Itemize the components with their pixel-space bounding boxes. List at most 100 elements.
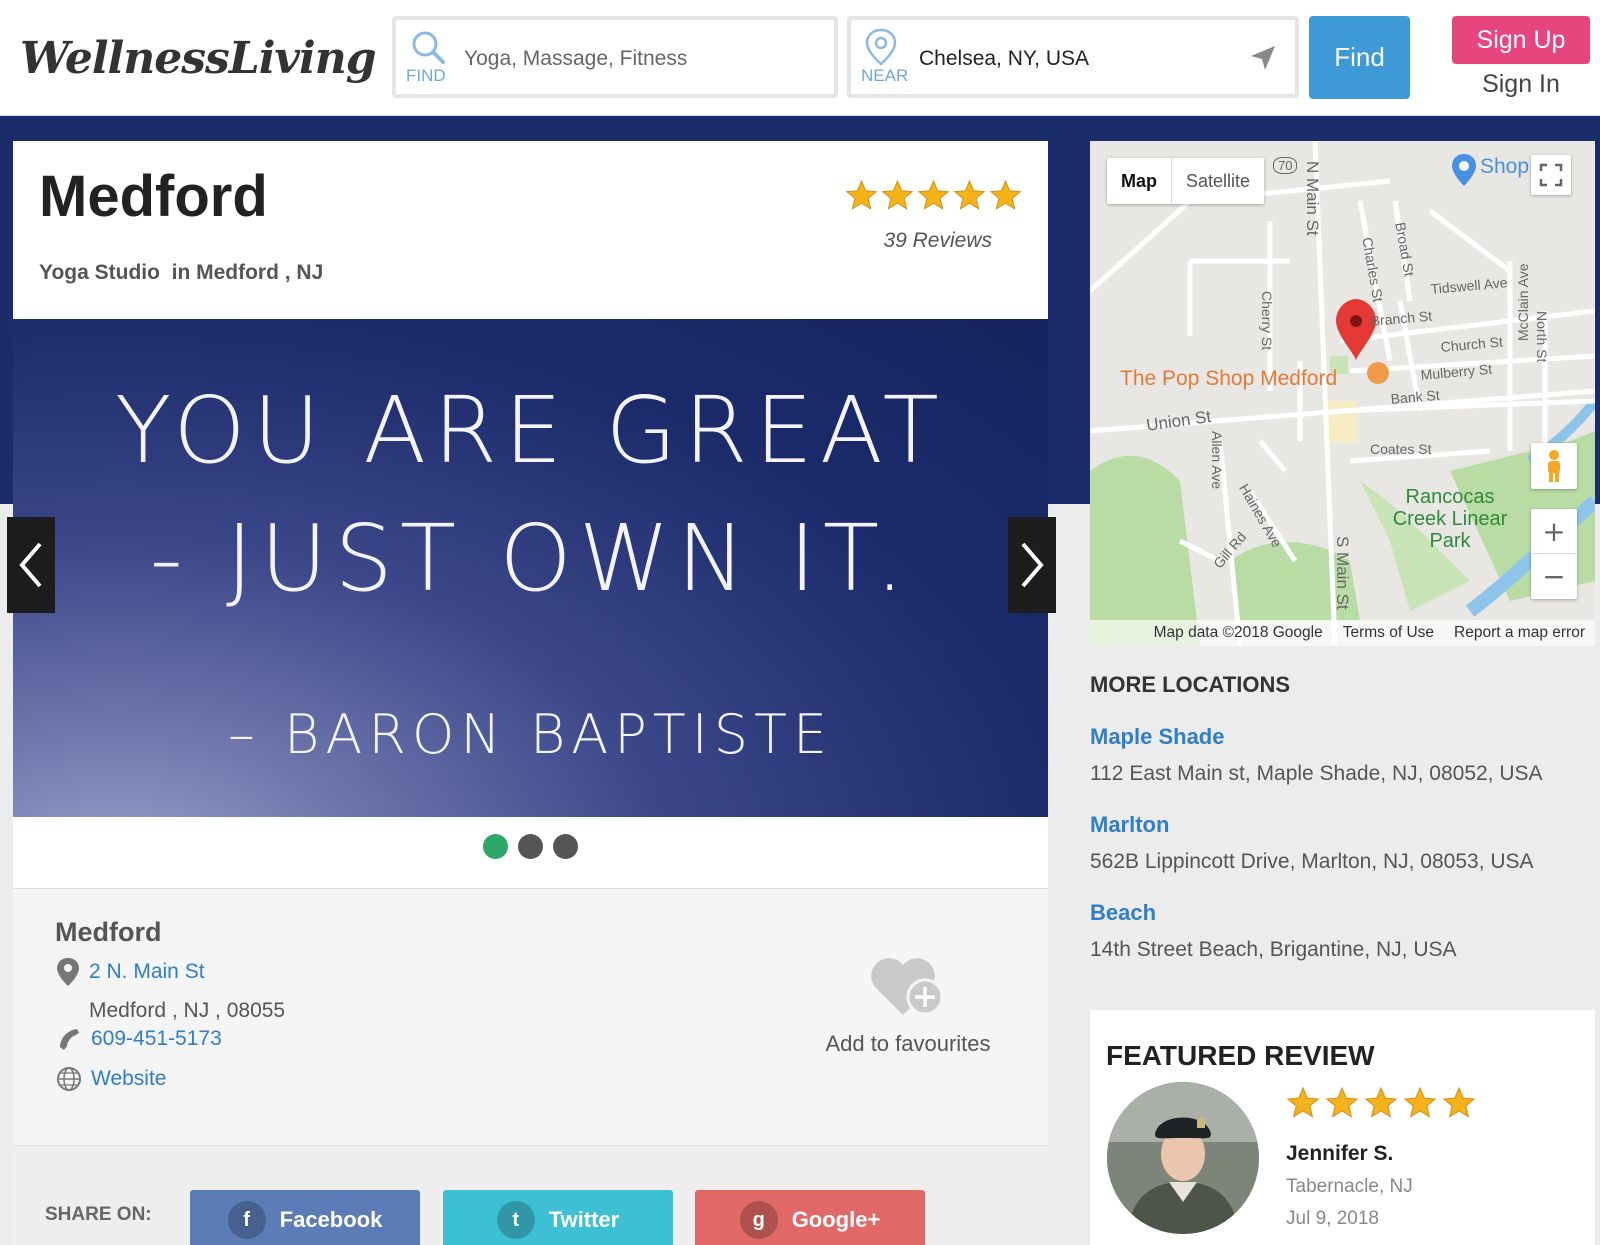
street-label: McClain Ave xyxy=(1515,263,1531,341)
business-category: Yoga Studio xyxy=(39,261,160,284)
slideshow-dot[interactable] xyxy=(553,834,578,859)
street-label: Allen Ave xyxy=(1209,431,1225,490)
find-button[interactable]: Find xyxy=(1309,16,1410,99)
reviews-count-link[interactable]: 39 Reviews xyxy=(883,229,992,253)
fullscreen-button[interactable] xyxy=(1531,155,1571,195)
map-attribution: Map data ©2018 Google xyxy=(1153,624,1323,641)
brand-name: WellnessLiving xyxy=(20,32,376,84)
slideshow-pagination xyxy=(13,817,1048,889)
address-city-line: Medford , NJ , 08055 xyxy=(89,999,286,1022)
street-view-pegman[interactable] xyxy=(1531,443,1577,489)
googleplus-icon: g xyxy=(739,1201,778,1239)
fullscreen-icon xyxy=(1539,163,1563,187)
heart-plus-icon xyxy=(871,958,944,1016)
chevron-left-icon xyxy=(19,542,42,588)
address-link[interactable]: 2 N. Main St xyxy=(89,960,205,984)
location-item: Marlton 562B Lippincott Drive, Marlton, … xyxy=(1090,812,1595,874)
star-icon xyxy=(1325,1086,1359,1118)
map-tab[interactable]: Map xyxy=(1107,158,1172,204)
location-name-link[interactable]: Maple Shade xyxy=(1090,724,1595,750)
zoom-in-button[interactable]: + xyxy=(1531,509,1577,554)
star-icon xyxy=(1442,1086,1476,1118)
find-search-box[interactable]: FIND xyxy=(392,16,838,98)
share-facebook-button[interactable]: f Facebook xyxy=(190,1190,420,1245)
street-label: Cherry St xyxy=(1259,291,1275,351)
business-info-panel: Medford 2 N. Main St Medford , NJ , 0805… xyxy=(13,889,1048,1145)
quote-line-2: - JUST OWN IT. xyxy=(149,505,912,612)
location-item: Beach 14th Street Beach, Brigantine, NJ,… xyxy=(1090,900,1595,962)
near-search-box[interactable]: NEAR xyxy=(847,16,1299,98)
location-address: 112 East Main st, Maple Shade, NJ, 08052… xyxy=(1090,762,1543,785)
map-attribution-bar: Map data ©2018 Google Terms of Use Repor… xyxy=(1090,620,1595,646)
satellite-tab[interactable]: Satellite xyxy=(1172,158,1264,204)
business-name: Medford xyxy=(39,164,268,229)
featured-review-title: FEATURED REVIEW xyxy=(1106,1040,1375,1071)
shop-label: Shop xyxy=(1480,155,1530,178)
navigation-arrow-icon[interactable] xyxy=(1249,44,1277,76)
star-icon xyxy=(881,179,914,210)
map-report-link[interactable]: Report a map error xyxy=(1454,624,1585,642)
street-label: N Main St xyxy=(1303,161,1322,236)
chevron-right-icon xyxy=(1021,542,1044,588)
slideshow-next-button[interactable] xyxy=(1008,517,1056,613)
location-name-link[interactable]: Beach xyxy=(1090,900,1595,926)
find-tag: FIND xyxy=(406,66,446,85)
slideshow-image: YOU ARE GREAT - JUST OWN IT. – BARON BAP… xyxy=(13,319,1048,817)
twitter-icon: t xyxy=(496,1201,535,1239)
website-link[interactable]: Website xyxy=(91,1067,166,1091)
phone-icon xyxy=(60,1029,79,1050)
business-rating-stars xyxy=(845,179,1022,212)
location-item: Maple Shade 112 East Main st, Maple Shad… xyxy=(1090,724,1595,786)
sign-in-link[interactable]: Sign In xyxy=(1452,70,1590,104)
location-map[interactable]: Map Satellite 70 Shop The Pop Shop Medfo… xyxy=(1090,141,1595,646)
website-row: Website xyxy=(55,1065,166,1093)
location-address: 14th Street Beach, Brigantine, NJ, USA xyxy=(1090,938,1457,961)
globe-icon xyxy=(57,1067,81,1091)
review-date: Jul 9, 2018 xyxy=(1286,1208,1379,1229)
facebook-label: Facebook xyxy=(279,1207,383,1232)
near-location-input[interactable] xyxy=(919,42,1259,76)
add-to-favourites-button[interactable]: Add to favourites xyxy=(813,951,1003,1057)
review-rating-stars xyxy=(1286,1086,1476,1120)
site-header: WellnessLiving FIND NEAR Find Sign Up Si… xyxy=(0,0,1600,116)
star-icon xyxy=(845,179,878,210)
share-twitter-button[interactable]: t Twitter xyxy=(443,1190,673,1245)
location-name-link[interactable]: Marlton xyxy=(1090,812,1595,838)
sign-up-button[interactable]: Sign Up xyxy=(1452,16,1590,64)
slideshow-dot[interactable] xyxy=(483,834,508,859)
share-googleplus-button[interactable]: g Google+ xyxy=(695,1190,925,1245)
business-location: in Medford , NJ xyxy=(171,261,324,284)
slideshow-dot[interactable] xyxy=(518,834,543,859)
share-bar: SHARE ON: f Facebook t Twitter g Google+ xyxy=(13,1145,1048,1245)
quote-line-1: YOU ARE GREAT xyxy=(115,377,946,484)
info-business-name: Medford xyxy=(55,917,162,947)
pegman-icon xyxy=(1548,450,1560,482)
featured-review: FEATURED REVIEW Jennifer S. Tabernacle, … xyxy=(1090,1010,1595,1245)
business-title-card: Medford Yoga Studio in Medford , NJ 39 R… xyxy=(13,141,1048,319)
street-label: S Main St xyxy=(1333,536,1352,610)
star-icon xyxy=(917,179,950,210)
map-type-toggle: Map Satellite xyxy=(1107,158,1265,204)
more-locations-title: MORE LOCATIONS xyxy=(1090,672,1291,697)
add-to-favourites-label: Add to favourites xyxy=(825,1031,991,1056)
phone-link[interactable]: 609-451-5173 xyxy=(91,1027,222,1051)
brand-logo[interactable]: WellnessLiving xyxy=(12,16,376,100)
star-icon xyxy=(1286,1086,1320,1118)
poi-label[interactable]: The Pop Shop Medford xyxy=(1120,367,1337,391)
slideshow-prev-button[interactable] xyxy=(7,517,55,613)
street-label: North St xyxy=(1534,311,1550,363)
business-subtitle: Yoga Studio in Medford , NJ xyxy=(39,261,323,285)
address-row: 2 N. Main St xyxy=(55,957,205,987)
more-locations: MORE LOCATIONS Maple Shade 112 East Main… xyxy=(1090,672,1595,962)
location-address: 562B Lippincott Drive, Marlton, NJ, 0805… xyxy=(1090,850,1534,873)
reviewer-name: Jennifer S. xyxy=(1286,1142,1394,1165)
share-label: SHARE ON: xyxy=(45,1204,152,1225)
find-search-input[interactable] xyxy=(464,42,804,76)
shop-pin-icon xyxy=(1450,153,1478,190)
zoom-controls: + − xyxy=(1531,509,1577,599)
phone-row: 609-451-5173 xyxy=(55,1025,222,1053)
googleplus-label: Google+ xyxy=(791,1207,881,1232)
map-terms-link[interactable]: Terms of Use xyxy=(1343,624,1434,642)
twitter-label: Twitter xyxy=(548,1207,620,1232)
zoom-out-button[interactable]: − xyxy=(1531,554,1577,599)
